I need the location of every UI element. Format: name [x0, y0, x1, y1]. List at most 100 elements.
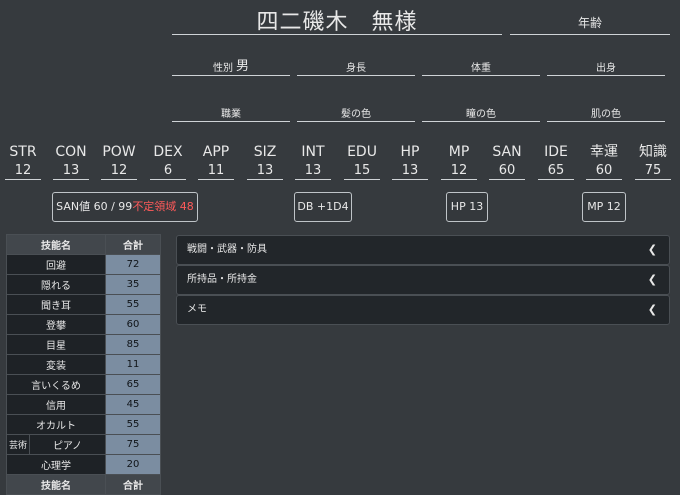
- table-row[interactable]: 心理学 20: [6, 454, 161, 475]
- skill-table-footer: 技能名 合計: [6, 474, 161, 495]
- table-row[interactable]: 変装 11: [6, 354, 161, 375]
- stat-mp[interactable]: MP 12: [437, 142, 481, 180]
- stat-label: APP: [202, 144, 230, 160]
- table-row[interactable]: 聞き耳 55: [6, 294, 161, 315]
- stat-hp[interactable]: HP 13: [388, 142, 432, 180]
- san-value: SAN値 60 / 99: [56, 200, 133, 213]
- skill-name: 登攀: [6, 314, 106, 335]
- stat-value: 13: [392, 162, 428, 180]
- skill-total-footer: 合計: [105, 474, 161, 495]
- gender-field[interactable]: 性別 男: [172, 54, 290, 76]
- stat-luck[interactable]: 幸運 60: [582, 142, 626, 180]
- table-row[interactable]: 言いくるめ 65: [6, 374, 161, 395]
- skill-name: 心理学: [6, 454, 106, 475]
- eye-color-label: 瞳の色: [466, 109, 496, 120]
- stat-dex[interactable]: DEX 6: [146, 142, 190, 180]
- panel-title: メモ: [187, 304, 207, 315]
- occupation-label: 職業: [221, 109, 241, 120]
- table-row[interactable]: 芸術 ピアノ 75: [6, 434, 161, 455]
- mp-badge: MP 12: [582, 192, 626, 222]
- stat-value: 13: [247, 162, 283, 180]
- stat-label: IDE: [544, 144, 568, 160]
- chevron-left-icon[interactable]: ❮: [648, 236, 657, 264]
- table-row[interactable]: 隠れる 35: [6, 274, 161, 295]
- stat-str[interactable]: STR 12: [1, 142, 45, 180]
- stat-label: POW: [102, 144, 136, 160]
- stat-value: 12: [441, 162, 477, 180]
- skill-name: 聞き耳: [6, 294, 106, 315]
- skill-value[interactable]: 60: [105, 314, 161, 335]
- eye-color-field[interactable]: 瞳の色: [422, 100, 540, 122]
- stat-san[interactable]: SAN 60: [485, 142, 529, 180]
- skill-value[interactable]: 75: [105, 434, 161, 455]
- skill-table-header: 技能名 合計: [6, 234, 161, 255]
- birthplace-field[interactable]: 出身: [547, 54, 665, 76]
- skill-value[interactable]: 72: [105, 254, 161, 275]
- stat-value: 12: [5, 162, 41, 180]
- stat-knowledge[interactable]: 知識 75: [631, 142, 675, 180]
- skill-name: オカルト: [6, 414, 106, 435]
- skill-name-input[interactable]: ピアノ: [29, 434, 106, 455]
- stat-label: CON: [55, 144, 87, 160]
- skin-color-label: 肌の色: [591, 109, 621, 120]
- stat-pow[interactable]: POW 12: [97, 142, 141, 180]
- stat-label: STR: [9, 144, 37, 160]
- stat-label: SAN: [492, 144, 522, 160]
- chevron-left-icon[interactable]: ❮: [648, 296, 657, 324]
- stat-value: 11: [198, 162, 234, 180]
- panel-memo[interactable]: メモ ❮: [176, 295, 670, 325]
- table-row[interactable]: 回避 72: [6, 254, 161, 275]
- stat-siz[interactable]: SIZ 13: [243, 142, 287, 180]
- skill-name: 目星: [6, 334, 106, 355]
- weight-label: 体重: [471, 63, 491, 74]
- san-badge: SAN値 60 / 99不定領域 48: [52, 192, 198, 222]
- panel-combat[interactable]: 戦闘・武器・防具 ❮: [176, 235, 670, 265]
- stat-value: 6: [150, 162, 186, 180]
- skill-value[interactable]: 55: [105, 294, 161, 315]
- skill-value[interactable]: 55: [105, 414, 161, 435]
- table-row[interactable]: 目星 85: [6, 334, 161, 355]
- stat-edu[interactable]: EDU 15: [340, 142, 384, 180]
- stat-label: EDU: [347, 144, 377, 160]
- hair-color-label: 髪の色: [341, 109, 371, 120]
- stat-label: 幸運: [590, 144, 618, 160]
- skill-value[interactable]: 35: [105, 274, 161, 295]
- stat-label: MP: [448, 144, 470, 160]
- mp-value: MP 12: [587, 200, 621, 213]
- skill-name: 隠れる: [6, 274, 106, 295]
- stat-value: 12: [101, 162, 137, 180]
- age-label: 年齢: [577, 16, 602, 30]
- occupation-field[interactable]: 職業: [172, 100, 290, 122]
- stat-value: 65: [538, 162, 574, 180]
- skill-value[interactable]: 11: [105, 354, 161, 375]
- hp-value: HP 13: [450, 200, 484, 213]
- stat-label: DEX: [153, 144, 183, 160]
- skill-value[interactable]: 20: [105, 454, 161, 475]
- skill-total-header: 合計: [105, 234, 161, 255]
- stat-con[interactable]: CON 13: [49, 142, 93, 180]
- skill-value[interactable]: 45: [105, 394, 161, 415]
- weight-field[interactable]: 体重: [422, 54, 540, 76]
- skill-name: 言いくるめ: [6, 374, 106, 395]
- age-field[interactable]: 年齢: [510, 14, 670, 35]
- san-indefinite: 不定領域 48: [132, 200, 194, 213]
- panel-inventory[interactable]: 所持品・所持金 ❮: [176, 265, 670, 295]
- skin-color-field[interactable]: 肌の色: [547, 100, 665, 122]
- stat-ide[interactable]: IDE 65: [534, 142, 578, 180]
- panel-title: 戦闘・武器・防具: [187, 244, 267, 255]
- table-row[interactable]: オカルト 55: [6, 414, 161, 435]
- db-value: DB +1D4: [297, 200, 349, 213]
- chevron-left-icon[interactable]: ❮: [648, 266, 657, 294]
- hair-color-field[interactable]: 髪の色: [297, 100, 415, 122]
- skill-value[interactable]: 85: [105, 334, 161, 355]
- birthplace-label: 出身: [596, 63, 616, 74]
- skill-value[interactable]: 65: [105, 374, 161, 395]
- height-field[interactable]: 身長: [297, 54, 415, 76]
- table-row[interactable]: 信用 45: [6, 394, 161, 415]
- stat-value: 13: [53, 162, 89, 180]
- stat-value: 60: [489, 162, 525, 180]
- table-row[interactable]: 登攀 60: [6, 314, 161, 335]
- stat-int[interactable]: INT 13: [291, 142, 335, 180]
- stat-app[interactable]: APP 11: [194, 142, 238, 180]
- stat-label: 知識: [639, 144, 667, 160]
